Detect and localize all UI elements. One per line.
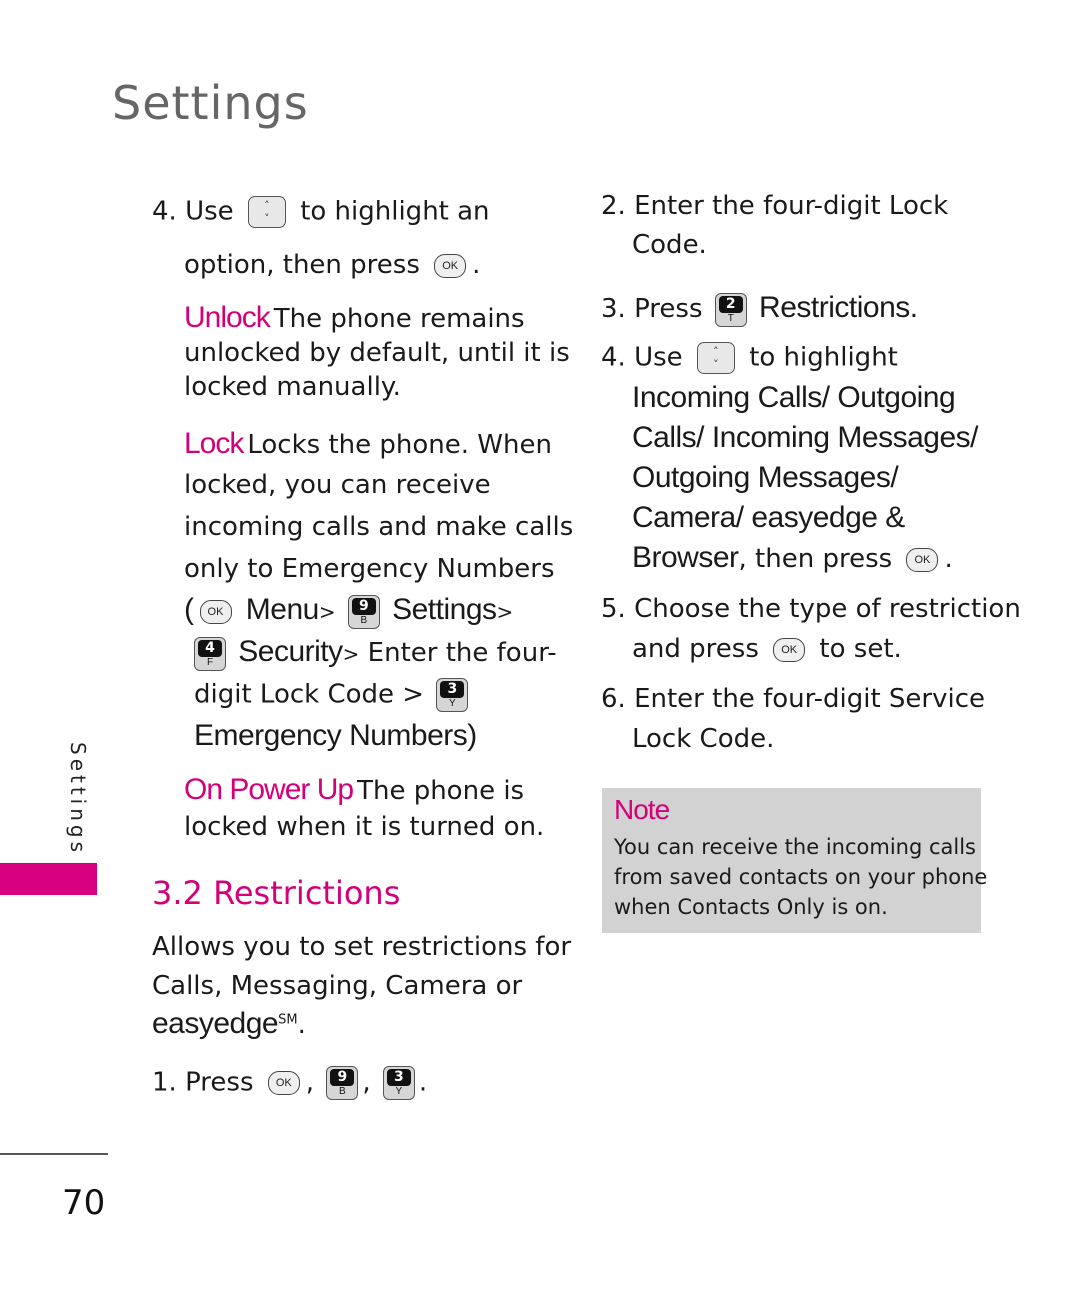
left-step-1: 1. Press OK, 9B, 3Y. bbox=[152, 1066, 427, 1100]
lock-path-line1: (OK Menu> 9B Settings> bbox=[184, 592, 513, 629]
right-step-4: 4. Use to highlight bbox=[601, 342, 898, 374]
right-step-2: 2. Enter the four-digit Lock bbox=[601, 191, 949, 221]
right-step-5-line2: and press OK to set. bbox=[632, 634, 902, 664]
note-text: You can receive the incoming calls from … bbox=[614, 835, 988, 919]
lock-path-line4: Emergency Numbers) bbox=[194, 719, 477, 752]
key-3-icon: 3Y bbox=[436, 678, 469, 712]
power-up-desc-line: locked when it is turned on. bbox=[184, 812, 545, 842]
section-desc-line: Allows you to set restrictions for bbox=[152, 932, 572, 962]
key-9-icon: 9B bbox=[326, 1066, 359, 1100]
ok-key-icon: OK bbox=[434, 253, 467, 278]
right-step-5: 5. Choose the type of restriction bbox=[601, 594, 1021, 624]
page-number: 70 bbox=[62, 1183, 106, 1223]
nav-key-icon bbox=[696, 342, 735, 374]
lock-path-line3: digit Lock Code > 3Y bbox=[194, 678, 472, 712]
key-9-icon: 9B bbox=[347, 594, 380, 629]
restriction-option-line: Incoming Calls/ Outgoing bbox=[632, 381, 956, 414]
power-up-term: On Power Up bbox=[184, 773, 354, 806]
lock-option: Lock Locks the phone. When bbox=[184, 427, 552, 460]
right-step-3: 3. Press 2T Restrictions. bbox=[601, 290, 918, 327]
right-step-6-line: Lock Code. bbox=[632, 724, 775, 754]
unlock-option: Unlock The phone remains bbox=[184, 301, 525, 334]
restriction-option-last: Browser, then press OK. bbox=[632, 541, 953, 574]
ok-key-icon: OK bbox=[199, 599, 232, 624]
key-2-icon: 2T bbox=[714, 292, 747, 327]
right-step-2-line: Code. bbox=[632, 230, 707, 260]
unlock-desc-line: locked manually. bbox=[184, 372, 401, 402]
side-tab-label: Settings bbox=[66, 742, 90, 857]
key-4-icon: 4F bbox=[194, 636, 226, 671]
left-step-4-line2: option, then press OK. bbox=[184, 250, 481, 280]
side-tab-marker bbox=[0, 863, 97, 895]
left-step-4-line1: 4. Use to highlight an bbox=[152, 196, 490, 228]
section-desc-line: Calls, Messaging, Camera or bbox=[152, 971, 523, 1001]
right-step-6: 6. Enter the four-digit Service bbox=[601, 684, 986, 714]
page-title: Settings bbox=[112, 76, 309, 130]
lock-term: Lock bbox=[184, 427, 244, 460]
unlock-desc-line: unlocked by default, until it is bbox=[184, 338, 570, 368]
lock-desc-line: incoming calls and make calls bbox=[184, 512, 574, 542]
ok-key-icon: OK bbox=[906, 547, 939, 572]
lock-path-line2: 4F Security> Enter the four- bbox=[194, 634, 557, 671]
lock-desc-line: only to Emergency Numbers bbox=[184, 554, 555, 584]
power-up-option: On Power Up The phone is bbox=[184, 773, 525, 806]
lock-desc-line: locked, you can receive bbox=[184, 470, 491, 500]
unlock-term: Unlock bbox=[184, 301, 271, 334]
ok-key-icon: OK bbox=[267, 1071, 300, 1095]
section-heading: 3.2 Restrictions bbox=[152, 874, 401, 912]
restriction-option-line: Outgoing Messages/ bbox=[632, 461, 899, 494]
note-title: Note bbox=[614, 794, 670, 825]
section-desc-easyedge: easyedgeSM. bbox=[152, 1007, 306, 1040]
restriction-option-line: Calls/ Incoming Messages/ bbox=[632, 421, 978, 454]
ok-key-icon: OK bbox=[773, 637, 806, 662]
key-3-icon: 3Y bbox=[382, 1066, 415, 1100]
nav-key-icon bbox=[247, 196, 286, 228]
footer-divider bbox=[0, 1153, 108, 1155]
restriction-option-line: Camera/ easyedge & bbox=[632, 501, 905, 534]
